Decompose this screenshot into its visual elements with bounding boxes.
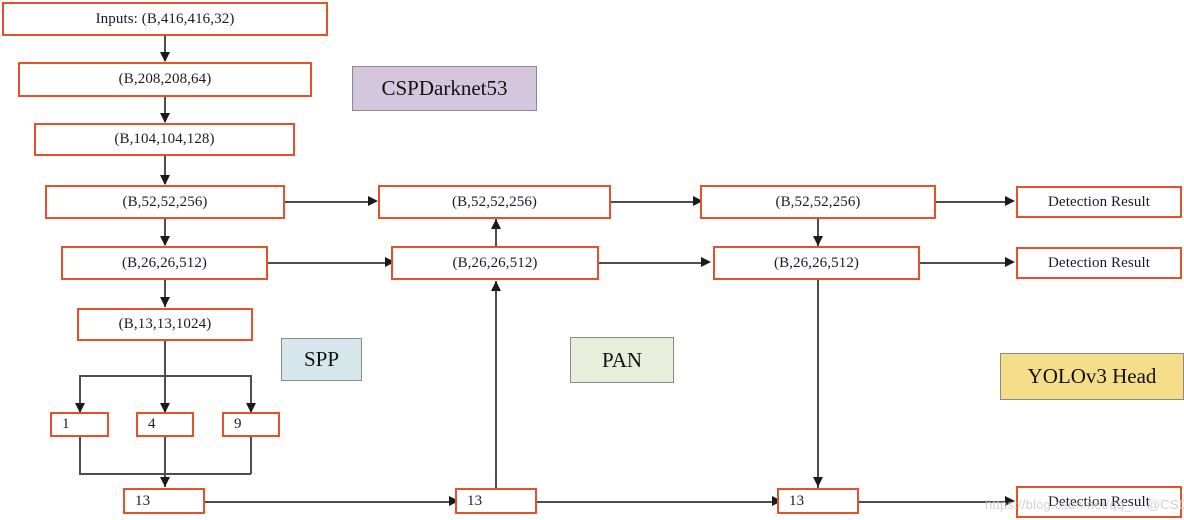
pan-node-26: (B,26,26,512) — [391, 246, 599, 280]
arrowhead-spp-to-13 — [160, 477, 170, 487]
edge-spp13-to-pan13 — [205, 501, 452, 503]
arrowhead-104-to-52 — [160, 175, 170, 185]
legend-spp: SPP — [281, 338, 362, 381]
legend-label: YOLOv3 Head — [1027, 364, 1157, 388]
arrowhead-inputs-to-208 — [160, 52, 170, 62]
backbone-node-label: (B,13,13,1024) — [118, 316, 212, 332]
arrowhead-pan13-to-pan26 — [491, 281, 501, 291]
arrowhead-head26-to-detection2 — [1005, 257, 1015, 267]
edge-backbone52-to-pan52 — [285, 201, 371, 203]
detection-result-1: Detection Result — [1016, 186, 1182, 218]
legend-label: PAN — [601, 347, 643, 372]
backbone-node-label: (B,104,104,128) — [114, 131, 215, 147]
arrowhead-52-to-26 — [160, 236, 170, 246]
backbone-node-208: (B,208,208,64) — [18, 62, 312, 97]
pan-node-52: (B,52,52,256) — [378, 185, 611, 219]
arrowhead-head52-to-head26 — [813, 236, 823, 246]
spp-output-label: 13 — [135, 492, 151, 509]
edge-spp-fanin-left — [79, 437, 81, 474]
backbone-node-label: Inputs: (B,416,416,32) — [95, 10, 235, 27]
edge-head26-to-head13 — [817, 280, 819, 488]
edge-head52-to-detection1 — [936, 201, 1008, 203]
spp-pool-node-9: 9 — [222, 412, 280, 437]
legend-yolov3-head: YOLOv3 Head — [1000, 353, 1184, 400]
detection-result-label: Detection Result — [1048, 193, 1150, 210]
edge-pan13-to-head13 — [537, 501, 775, 503]
edge-pan52-to-head52 — [611, 201, 696, 203]
diagram-canvas: Inputs: (B,416,416,32) (B,208,208,64) (B… — [0, 0, 1184, 520]
backbone-node-104: (B,104,104,128) — [34, 123, 295, 156]
arrowhead-208-to-104 — [160, 113, 170, 123]
head-node-label: (B,26,26,512) — [773, 254, 860, 271]
backbone-node-label: (B,208,208,64) — [118, 71, 212, 87]
edge-spp-fanout-bus — [79, 375, 251, 377]
edge-spp-fanin-right — [250, 437, 252, 474]
arrowhead-pan26-to-pan52 — [491, 219, 501, 229]
legend-cspdarknet53: CSPDarknet53 — [352, 66, 537, 111]
arrowhead-head52-to-detection1 — [1005, 196, 1015, 206]
legend-pan: PAN — [570, 337, 674, 383]
edge-head26-to-detection2 — [920, 262, 1008, 264]
arrowhead-head26-to-head13 — [813, 477, 823, 487]
pan-node-13: 13 — [455, 488, 537, 514]
spp-pool-label: 4 — [148, 416, 156, 432]
arrowhead-26-to-13 — [160, 297, 170, 307]
head-node-label: 13 — [789, 492, 805, 509]
arrowhead-backbone52-to-pan52 — [368, 196, 378, 206]
detection-result-label: Detection Result — [1048, 254, 1150, 271]
edge-pan26-to-head26 — [599, 262, 704, 264]
spp-output-node-13: 13 — [123, 488, 205, 514]
head-node-52: (B,52,52,256) — [700, 185, 936, 219]
head-node-label: (B,52,52,256) — [775, 193, 861, 210]
watermark-text: https://blog.csdn.net/qq_... @CSDN博客 — [985, 497, 1184, 512]
spp-pool-node-4: 4 — [136, 412, 194, 437]
spp-pool-label: 9 — [234, 416, 242, 432]
pan-node-label: (B,52,52,256) — [451, 193, 538, 210]
backbone-node-label: (B,26,26,512) — [121, 254, 208, 271]
arrowhead-pan26-to-head26 — [701, 257, 711, 267]
spp-pool-node-1: 1 — [50, 412, 109, 437]
backbone-node-26: (B,26,26,512) — [61, 246, 268, 280]
detection-result-2: Detection Result — [1016, 247, 1182, 279]
backbone-node-label: (B,52,52,256) — [122, 193, 208, 210]
head-node-26: (B,26,26,512) — [713, 246, 920, 280]
legend-label: CSPDarknet53 — [381, 76, 508, 100]
backbone-node-inputs: Inputs: (B,416,416,32) — [2, 2, 328, 36]
edge-pan13-to-pan26 — [495, 281, 497, 488]
pan-node-label: (B,26,26,512) — [452, 254, 538, 271]
pan-node-label: 13 — [467, 492, 483, 509]
spp-pool-label: 1 — [62, 416, 70, 432]
edge-backbone26-to-pan26 — [268, 262, 388, 264]
backbone-node-13: (B,13,13,1024) — [77, 308, 253, 341]
backbone-node-52: (B,52,52,256) — [45, 185, 285, 219]
legend-label: SPP — [303, 347, 340, 371]
head-node-13: 13 — [777, 488, 859, 514]
